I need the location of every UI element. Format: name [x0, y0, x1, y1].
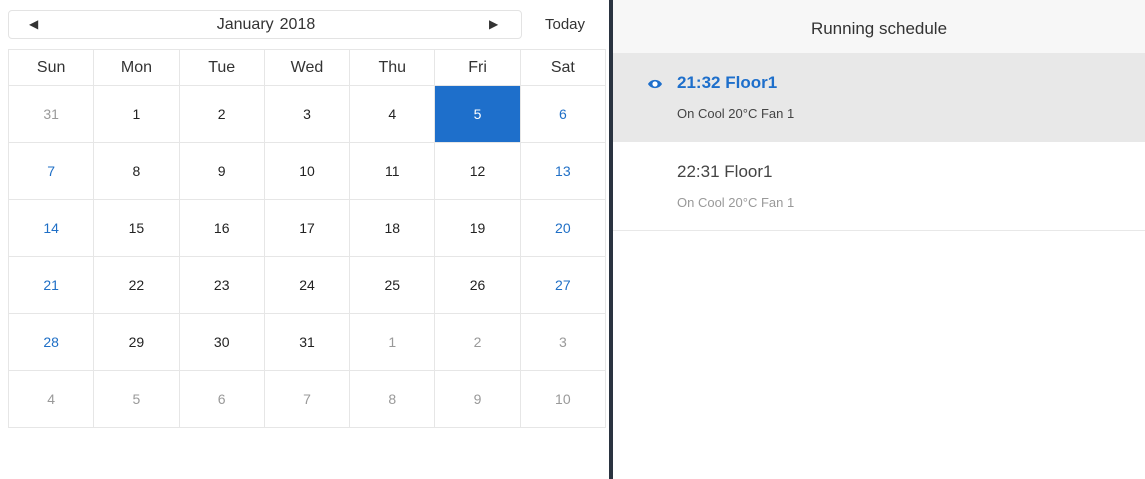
calendar-day[interactable]: 7 [7, 142, 95, 200]
calendar-day[interactable]: 16 [178, 199, 265, 257]
calendar-day[interactable]: 20 [519, 199, 607, 257]
calendar-day[interactable]: 6 [178, 370, 265, 428]
calendar-day[interactable]: 13 [519, 142, 607, 200]
today-button[interactable]: Today [530, 10, 600, 39]
calendar-day[interactable]: 17 [263, 199, 351, 257]
weekday-header: Sun [7, 49, 95, 86]
calendar-day[interactable]: 22 [93, 256, 180, 314]
calendar-day[interactable]: 19 [434, 199, 521, 257]
calendar-week-row: 4 5 6 7 8 9 10 [7, 370, 607, 428]
weekday-header: Sat [519, 49, 607, 86]
weekday-header: Tue [178, 49, 265, 86]
calendar-day[interactable]: 4 [7, 370, 95, 428]
calendar-day[interactable]: 31 [263, 313, 351, 371]
calendar-day[interactable]: 8 [349, 370, 436, 428]
calendar-day[interactable]: 27 [519, 256, 607, 314]
schedule-item-name: Floor1 [725, 73, 778, 92]
calendar-day[interactable]: 3 [519, 313, 607, 371]
eye-icon [648, 79, 662, 89]
weekday-header: Thu [349, 49, 436, 86]
calendar-day[interactable]: 31 [7, 85, 95, 143]
calendar-week-row: 7 8 9 10 11 12 13 [7, 142, 607, 200]
calendar-day[interactable]: 21 [7, 256, 95, 314]
calendar-day[interactable]: 15 [93, 199, 180, 257]
schedule-panel: Running schedule 21:32 Floor1 On Cool 20°… [613, 0, 1145, 479]
calendar-day[interactable]: 30 [178, 313, 265, 371]
calendar-week-row: 21 22 23 24 25 26 27 [7, 256, 607, 314]
month-year-label: January 2018 [9, 11, 523, 38]
weekday-header-row: Sun Mon Tue Wed Thu Fri Sat [7, 49, 607, 86]
calendar-day[interactable]: 6 [519, 85, 607, 143]
calendar-day[interactable]: 12 [434, 142, 521, 200]
weekday-header: Fri [434, 49, 521, 86]
calendar-week-row: 31 1 2 3 4 5 6 [7, 85, 607, 143]
calendar-day[interactable]: 4 [349, 85, 436, 143]
schedule-item-detail: On Cool 20°C Fan 1 [677, 195, 795, 210]
calendar-day[interactable]: 24 [263, 256, 351, 314]
calendar-day-selected[interactable]: 5 [434, 85, 521, 143]
calendar-day[interactable]: 9 [434, 370, 521, 428]
calendar-day[interactable]: 2 [434, 313, 521, 371]
weekday-header: Mon [93, 49, 180, 86]
weekday-header: Wed [263, 49, 351, 86]
calendar-day[interactable]: 28 [7, 313, 95, 371]
calendar-day[interactable]: 9 [178, 142, 265, 200]
schedule-item[interactable]: 21:32 Floor1 On Cool 20°C Fan 1 [613, 53, 1145, 142]
calendar-day[interactable]: 14 [7, 199, 95, 257]
schedule-item[interactable]: 22:31 Floor1 On Cool 20°C Fan 1 [613, 142, 1145, 231]
year-label: 2018 [279, 16, 316, 33]
schedule-title: Running schedule [613, 0, 1145, 53]
calendar-day[interactable]: 5 [93, 370, 180, 428]
calendar-day[interactable]: 25 [349, 256, 436, 314]
calendar-day[interactable]: 8 [93, 142, 180, 200]
schedule-item-time: 21:32 [677, 73, 721, 92]
calendar-day[interactable]: 29 [93, 313, 180, 371]
calendar-day[interactable]: 11 [349, 142, 436, 200]
calendar-day[interactable]: 2 [178, 85, 265, 143]
schedule-item-title: 22:31 Floor1 [677, 162, 772, 182]
schedule-item-time: 22:31 [677, 162, 720, 181]
calendar-day[interactable]: 1 [349, 313, 436, 371]
calendar-day[interactable]: 23 [178, 256, 265, 314]
schedule-item-title: 21:32 Floor1 [677, 73, 777, 93]
calendar-grid: Sun Mon Tue Wed Thu Fri Sat 31 1 2 3 4 5 6 7 8 9 10 11 12 1… [7, 49, 607, 428]
calendar-day[interactable]: 26 [434, 256, 521, 314]
calendar-day[interactable]: 10 [519, 370, 607, 428]
schedule-item-name: Floor1 [724, 162, 773, 181]
calendar-day[interactable]: 3 [263, 85, 351, 143]
calendar-week-row: 14 15 16 17 18 19 20 [7, 199, 607, 257]
calendar-day[interactable]: 18 [349, 199, 436, 257]
calendar-week-row: 28 29 30 31 1 2 3 [7, 313, 607, 371]
month-label: January [216, 16, 274, 33]
month-navigator: ◀ January 2018 ▶ [8, 10, 522, 39]
triangle-right-icon[interactable]: ▶ [489, 11, 498, 38]
schedule-list: 21:32 Floor1 On Cool 20°C Fan 1 22:31 Floo… [613, 53, 1145, 231]
calendar-day[interactable]: 1 [93, 85, 180, 143]
schedule-item-detail: On Cool 20°C Fan 1 [677, 106, 795, 121]
calendar-day[interactable]: 7 [263, 370, 351, 428]
calendar-day[interactable]: 10 [263, 142, 351, 200]
